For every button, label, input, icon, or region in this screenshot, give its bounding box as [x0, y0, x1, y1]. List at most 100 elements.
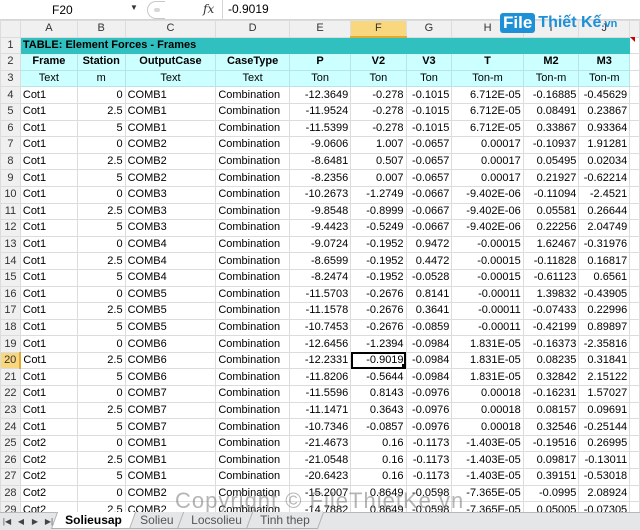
cell[interactable]: -0.1015: [405, 102, 453, 121]
column-title-cell[interactable]: V2: [350, 53, 407, 71]
cell-table[interactable]: ABCDEFGHIJ 1 TABLE: Element Forces - Fram…: [0, 20, 640, 512]
cell[interactable]: [629, 335, 640, 353]
cell[interactable]: -0.1173: [405, 451, 453, 470]
cell[interactable]: [629, 318, 640, 337]
cell[interactable]: 5: [76, 368, 126, 387]
cell[interactable]: Combination: [215, 202, 290, 221]
cell[interactable]: 0.00017: [451, 169, 524, 187]
cell[interactable]: 1.831E-05: [451, 368, 524, 387]
cell[interactable]: 0.26995: [578, 434, 631, 453]
cell[interactable]: -0.0857: [350, 418, 407, 436]
column-header-d[interactable]: D: [215, 20, 290, 38]
comment-indicator-icon[interactable]: [630, 37, 635, 42]
cell[interactable]: 0: [76, 484, 126, 503]
cell[interactable]: -0.0667: [405, 219, 453, 237]
cell[interactable]: 5: [76, 468, 126, 486]
row-header-13[interactable]: 13: [0, 235, 21, 254]
cell[interactable]: 0.507: [350, 152, 407, 171]
cell[interactable]: 2.5: [76, 252, 126, 270]
cell[interactable]: COMB1: [124, 468, 217, 486]
insert-function-icon[interactable]: fx: [203, 2, 214, 16]
cell[interactable]: -0.278: [350, 119, 407, 138]
cell[interactable]: 2.5: [76, 401, 126, 420]
cell[interactable]: COMB6: [124, 351, 217, 370]
spreadsheet-grid[interactable]: ABCDEFGHIJ 1 TABLE: Element Forces - Fram…: [0, 20, 640, 512]
row-header-18[interactable]: 18: [0, 318, 21, 337]
cell[interactable]: -0.2676: [350, 285, 407, 304]
cell[interactable]: 0.09691: [578, 401, 631, 420]
cell[interactable]: -0.11094: [522, 185, 580, 204]
cell[interactable]: -0.16885: [522, 86, 580, 104]
cell[interactable]: Cot1: [19, 252, 78, 270]
row-header-1[interactable]: 1: [0, 36, 21, 55]
cell[interactable]: [629, 401, 640, 420]
unit-cell[interactable]: Ton-m: [522, 69, 580, 88]
cell[interactable]: [629, 69, 640, 88]
cell[interactable]: 0.31841: [578, 351, 631, 370]
row-header-6[interactable]: 6: [0, 119, 21, 138]
cell[interactable]: Combination: [215, 302, 290, 320]
row-header-4[interactable]: 4: [0, 86, 21, 104]
cell[interactable]: 0.16: [350, 468, 407, 486]
cell[interactable]: 5: [76, 169, 126, 187]
cell[interactable]: -11.8206: [288, 368, 352, 387]
cell[interactable]: 0.39151: [522, 468, 580, 486]
cell[interactable]: COMB2: [124, 169, 217, 187]
cell[interactable]: -9.0724: [288, 235, 352, 254]
cell[interactable]: Cot1: [19, 169, 78, 187]
cell[interactable]: Cot1: [19, 119, 78, 138]
cell[interactable]: COMB4: [124, 268, 217, 287]
select-all-corner[interactable]: [0, 20, 21, 38]
cell[interactable]: 0.26644: [578, 202, 631, 221]
cell[interactable]: 6.712E-05: [451, 86, 524, 104]
cell[interactable]: Combination: [215, 169, 290, 187]
cell[interactable]: 0: [76, 335, 126, 353]
cell[interactable]: 0.09817: [522, 451, 580, 470]
unit-cell[interactable]: Ton: [288, 69, 352, 88]
row-header-19[interactable]: 19: [0, 335, 21, 353]
cell[interactable]: Combination: [215, 484, 290, 503]
cell[interactable]: 1.831E-05: [451, 351, 524, 370]
row-header-29[interactable]: 29: [0, 501, 21, 512]
row-header-26[interactable]: 26: [0, 451, 21, 470]
cell[interactable]: COMB7: [124, 385, 217, 403]
column-title-cell[interactable]: Frame: [19, 53, 78, 71]
cell[interactable]: [629, 185, 640, 204]
cell[interactable]: Combination: [215, 434, 290, 453]
cell[interactable]: 0: [76, 136, 126, 154]
cell[interactable]: 2.08924: [578, 484, 631, 503]
cell[interactable]: 5: [76, 268, 126, 287]
cell[interactable]: -0.0984: [405, 351, 453, 370]
cell[interactable]: COMB5: [124, 318, 217, 337]
cell[interactable]: Combination: [215, 252, 290, 270]
cell[interactable]: Combination: [215, 335, 290, 353]
cell[interactable]: Combination: [215, 385, 290, 403]
cell[interactable]: -0.0528: [405, 268, 453, 287]
cell[interactable]: 0.05581: [522, 202, 580, 221]
cell[interactable]: Combination: [215, 235, 290, 254]
cell[interactable]: 2.04749: [578, 219, 631, 237]
cell[interactable]: -0.0859: [405, 318, 453, 337]
cell[interactable]: 0.05005: [522, 501, 580, 512]
unit-cell[interactable]: Text: [124, 69, 217, 88]
cell[interactable]: COMB1: [124, 102, 217, 121]
cell[interactable]: 0.00017: [451, 136, 524, 154]
cell[interactable]: 0.93364: [578, 119, 631, 138]
cell[interactable]: -1.403E-05: [451, 451, 524, 470]
cell[interactable]: [629, 219, 640, 237]
cell[interactable]: 2.5: [76, 451, 126, 470]
unit-cell[interactable]: Text: [215, 69, 290, 88]
cell[interactable]: COMB2: [124, 501, 217, 512]
cell[interactable]: 1.39832: [522, 285, 580, 304]
cell[interactable]: Combination: [215, 451, 290, 470]
cell[interactable]: -0.07433: [522, 302, 580, 320]
cell[interactable]: [629, 285, 640, 304]
column-header-c[interactable]: C: [124, 20, 217, 38]
cell[interactable]: COMB4: [124, 235, 217, 254]
next-sheet-icon[interactable]: ▶: [30, 514, 40, 530]
cell[interactable]: -9.4423: [288, 219, 352, 237]
cell[interactable]: -0.1952: [350, 268, 407, 287]
cell[interactable]: 0: [76, 86, 126, 104]
cell[interactable]: -0.43905: [578, 285, 631, 304]
cell[interactable]: COMB6: [124, 368, 217, 387]
